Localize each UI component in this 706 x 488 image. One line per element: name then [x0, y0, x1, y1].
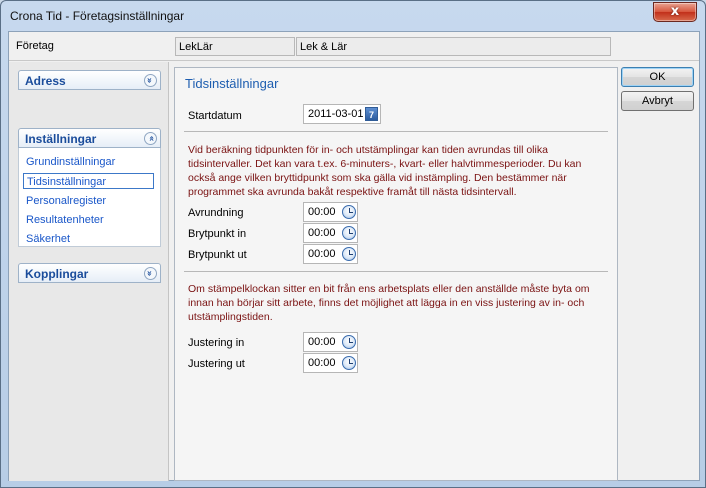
ok-button[interactable]: OK	[621, 67, 694, 87]
break-in-field[interactable]: 00:00	[303, 223, 358, 243]
rounding-field[interactable]: 00:00	[303, 202, 358, 222]
sidebar-item-grundinstallningar[interactable]: Grundinställningar	[23, 154, 154, 170]
sidebar-item-sakerhet[interactable]: Säkerhet	[23, 231, 154, 247]
company-row: Företag LekLär Lek & Lär	[9, 32, 699, 61]
section-label: Kopplingar	[25, 267, 89, 281]
calendar-icon[interactable]: 7	[365, 107, 378, 121]
break-out-value: 00:00	[308, 248, 336, 260]
section-header-kopplingar[interactable]: Kopplingar «	[18, 263, 161, 283]
clock-icon[interactable]	[342, 247, 356, 261]
section-header-installningar[interactable]: Inställningar «	[18, 128, 161, 148]
settings-nav-list: Grundinställningar Tidsinställningar Per…	[18, 148, 161, 247]
sidebar-item-tidsinstallningar[interactable]: Tidsinställningar	[23, 173, 154, 189]
rounding-label: Avrundning	[188, 207, 244, 219]
clock-icon[interactable]	[342, 226, 356, 240]
break-in-label: Brytpunkt in	[188, 228, 247, 240]
title-bar[interactable]: Crona Tid - Företagsinställningar x	[1, 1, 705, 31]
adjust-out-value: 00:00	[308, 357, 336, 369]
company-code-field: LekLär	[175, 37, 295, 56]
break-in-value: 00:00	[308, 227, 336, 239]
rounding-info-text: Vid beräkning tidpunkten för in- och uts…	[188, 144, 582, 198]
window-title: Crona Tid - Företagsinställningar	[10, 9, 185, 23]
panel-title: Tidsinställningar	[185, 76, 279, 91]
start-date-field[interactable]: 2011-03-01 7	[303, 104, 381, 124]
section-label: Adress	[25, 74, 66, 88]
rounding-value: 00:00	[308, 206, 336, 218]
section-header-adress[interactable]: Adress «	[18, 70, 161, 90]
company-name-field: Lek & Lär	[296, 37, 611, 56]
divider	[184, 131, 608, 132]
time-settings-panel: Tidsinställningar Startdatum 2011-03-01 …	[174, 67, 618, 481]
sidebar: Adress « Inställningar « Grundinställnin…	[9, 62, 169, 481]
sidebar-item-resultatenheter[interactable]: Resultatenheter	[23, 212, 154, 228]
app-window: Crona Tid - Företagsinställningar x Före…	[0, 0, 706, 488]
adjust-in-value: 00:00	[308, 336, 336, 348]
clock-icon[interactable]	[342, 205, 356, 219]
break-out-label: Brytpunkt ut	[188, 249, 247, 261]
section-label: Inställningar	[25, 132, 97, 146]
clock-icon[interactable]	[342, 335, 356, 349]
sidebar-item-personalregister[interactable]: Personalregister	[23, 193, 154, 209]
adjust-out-field[interactable]: 00:00	[303, 353, 358, 373]
adjust-in-label: Justering in	[188, 337, 245, 349]
divider	[184, 271, 608, 272]
company-label: Företag	[16, 40, 54, 52]
adjust-out-label: Justering ut	[188, 358, 245, 370]
close-button[interactable]: x	[653, 2, 697, 22]
chevron-up-icon[interactable]: «	[144, 132, 157, 145]
chevron-down-icon[interactable]: «	[144, 267, 157, 280]
clock-icon[interactable]	[342, 356, 356, 370]
chevron-down-icon[interactable]: «	[144, 74, 157, 87]
adjust-in-field[interactable]: 00:00	[303, 332, 358, 352]
dialog-client: Företag LekLär Lek & Lär Adress « Instäl…	[8, 31, 700, 481]
break-out-field[interactable]: 00:00	[303, 244, 358, 264]
close-icon: x	[670, 4, 680, 19]
start-date-label: Startdatum	[188, 110, 242, 122]
adjustment-info-text: Om stämpelklockan sitter en bit från ens…	[188, 283, 590, 323]
cancel-button[interactable]: Avbryt	[621, 91, 694, 111]
start-date-value: 2011-03-01	[308, 108, 364, 120]
